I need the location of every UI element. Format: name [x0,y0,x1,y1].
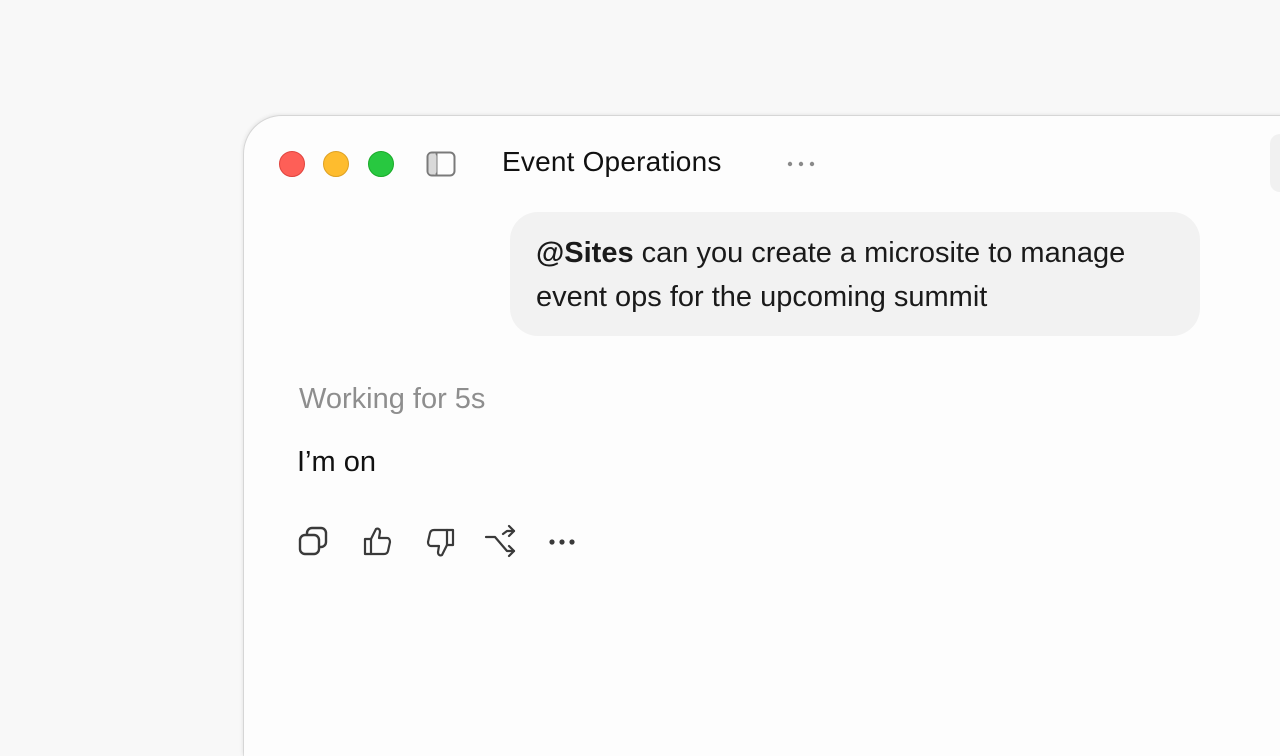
user-message-bubble: @Sites can you create a microsite to man… [510,212,1200,336]
thumbs-down-icon [426,528,455,557]
mention-tag[interactable]: @Sites [536,237,634,269]
close-window-button[interactable] [279,151,305,177]
thumbs-down-button[interactable] [422,524,458,560]
sidebar-toggle-button[interactable] [426,151,456,177]
ellipsis-icon [787,161,815,167]
ellipsis-icon [549,539,575,545]
working-status: Working for 5s [299,383,486,415]
more-actions-button[interactable] [544,524,580,560]
sidebar-toggle-icon [426,151,456,177]
app-window: Event Operations @Sites can you create a… [244,116,1280,756]
right-panel-edge[interactable] [1270,134,1280,192]
thumbs-up-icon [363,527,392,556]
minimize-window-button[interactable] [323,151,349,177]
title-more-button[interactable] [786,156,816,172]
copy-button[interactable] [296,524,332,560]
branch-arrow-icon [484,524,516,558]
assistant-reply-text: I’m on [297,446,376,478]
thumbs-up-button[interactable] [360,524,396,560]
window-title: Event Operations [502,146,722,177]
branch-button[interactable] [483,524,519,560]
zoom-window-button[interactable] [368,151,394,177]
copy-icon [298,526,328,556]
